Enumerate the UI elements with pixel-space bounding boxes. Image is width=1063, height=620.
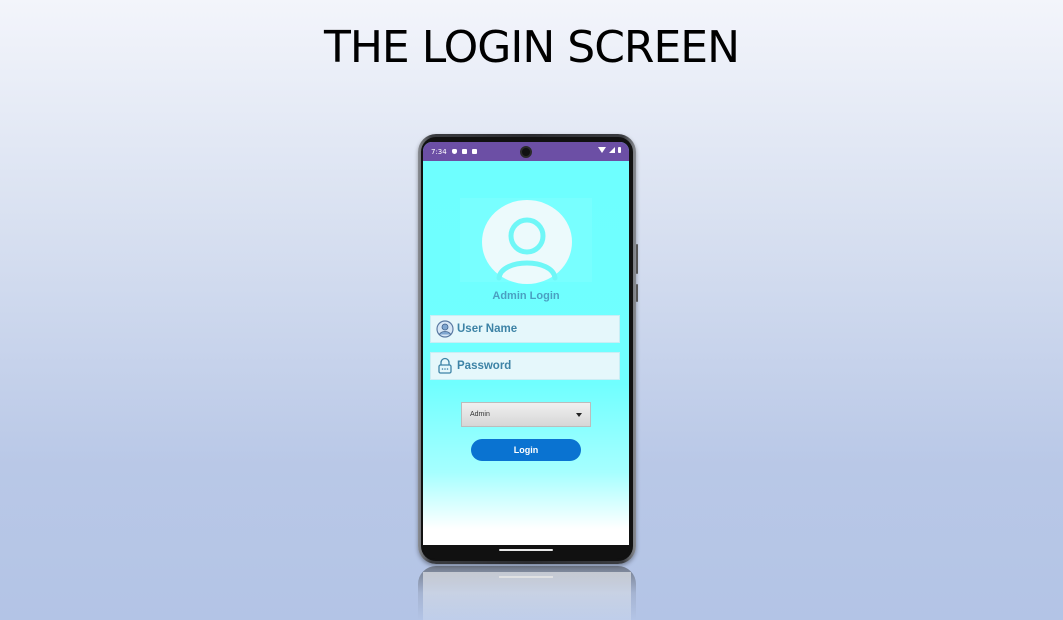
login-button[interactable]: Login <box>471 439 581 461</box>
navigation-bar <box>423 545 629 559</box>
password-placeholder: Password <box>457 360 512 372</box>
role-select[interactable]: Admin <box>461 402 591 427</box>
lock-icon <box>436 357 454 375</box>
battery-icon <box>618 147 621 153</box>
signal-icon <box>609 147 615 153</box>
role-select-value: Admin <box>470 411 490 418</box>
slide-title: THE LOGIN SCREEN <box>323 22 740 73</box>
password-field[interactable]: Password <box>430 352 620 380</box>
dropdown-caret-icon <box>576 413 582 417</box>
admin-login-heading: Admin Login <box>492 290 560 302</box>
wifi-icon <box>598 147 606 153</box>
status-time: 7:34 <box>431 147 447 156</box>
front-camera <box>520 146 532 158</box>
user-avatar-icon <box>482 200 572 284</box>
clipboard-icon <box>461 149 467 154</box>
username-field[interactable]: User Name <box>430 315 620 343</box>
shield-icon <box>451 149 457 154</box>
phone-screen: 7:34 Admin Login User Name Password Admi… <box>423 142 629 545</box>
user-icon <box>436 320 454 338</box>
username-placeholder: User Name <box>457 323 518 335</box>
home-indicator[interactable] <box>499 549 553 551</box>
notification-icon <box>471 149 477 154</box>
phone-reflection <box>418 566 636 620</box>
